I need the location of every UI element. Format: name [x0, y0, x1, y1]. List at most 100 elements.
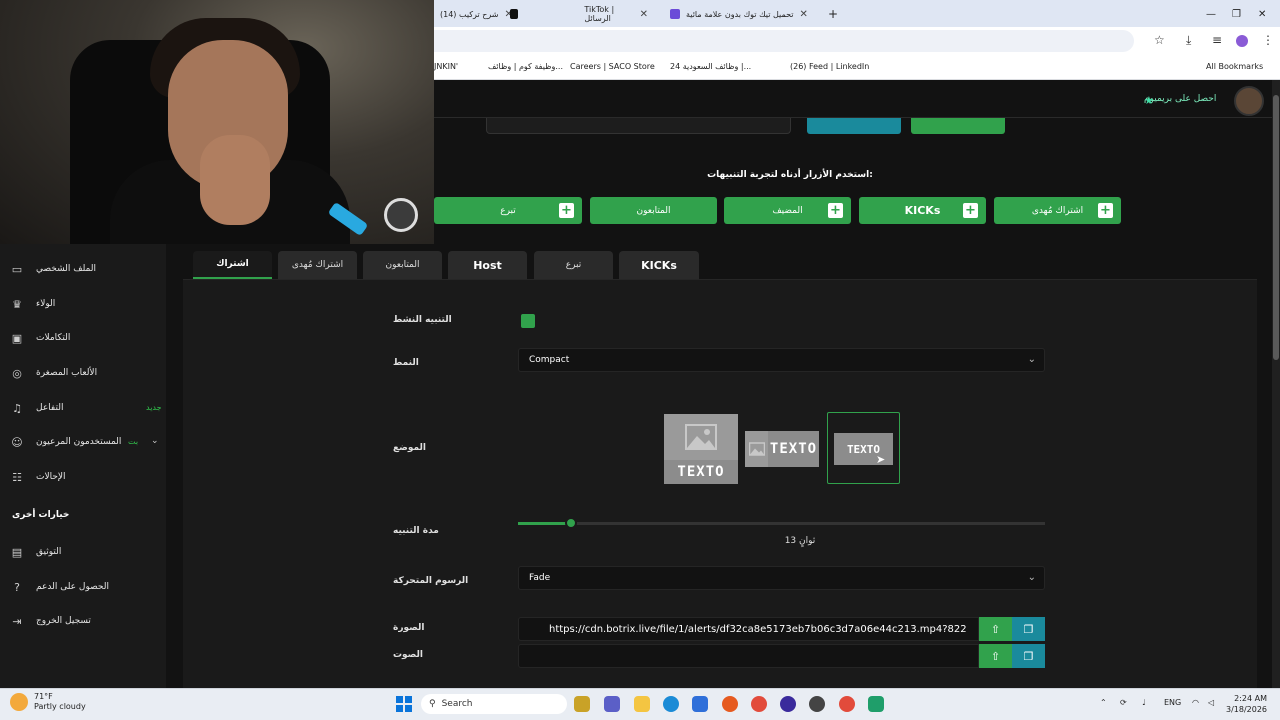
duration-slider[interactable] — [518, 517, 1045, 529]
maximize-icon[interactable]: ❐ — [1226, 4, 1247, 24]
language-indicator[interactable]: ENG — [1164, 698, 1181, 707]
gallery-image-button[interactable]: ❐ — [1012, 617, 1045, 641]
test-donation-button[interactable]: تبرع + — [434, 197, 582, 224]
network-icon[interactable]: ⟳ — [1120, 698, 1127, 707]
upload-sound-button[interactable]: ⇧ — [979, 644, 1012, 668]
premium-cta[interactable]: احصل على بريميوم — [1144, 94, 1216, 104]
sidebar-item-label: التوثيق — [36, 547, 62, 557]
sound-label: الصوت — [393, 650, 424, 660]
music-note-icon: ♫ — [12, 401, 22, 415]
id-card-icon: ▭ — [11, 262, 23, 276]
tab-label: المتابعون — [385, 260, 420, 270]
search-label: Search — [441, 699, 473, 709]
ghost-button[interactable] — [911, 118, 1005, 134]
tab-host[interactable]: Host — [448, 251, 527, 279]
tab-gifted-sub[interactable]: اشتراك مُهدى — [278, 251, 357, 279]
bookmark-folder[interactable]: All Bookmarks — [1206, 62, 1263, 71]
gallery-icon: ❐ — [1023, 649, 1034, 663]
slider-handle[interactable] — [564, 517, 577, 529]
ghost-button[interactable] — [807, 118, 901, 134]
bookmark-item[interactable]: Careers | SACO Store — [570, 62, 655, 71]
app-icon[interactable] — [809, 696, 825, 712]
animation-select[interactable]: Fade ⌄ — [518, 566, 1045, 590]
sidebar-item-integrations[interactable]: ▣ التكاملات — [10, 326, 160, 350]
sidebar-item-label: التفاعل — [36, 403, 64, 413]
tab-donation[interactable]: تبرع — [534, 251, 613, 279]
gamepad-icon: ◎ — [12, 366, 22, 380]
chrome-active-icon[interactable] — [839, 696, 855, 712]
volume-icon[interactable]: ◁ — [1208, 698, 1214, 707]
position-option-side-image[interactable]: TEXTO — [745, 431, 819, 467]
media-icon[interactable]: ≡ — [1212, 33, 1222, 47]
tab-label: تحميل تيك توك بدون علامة مائية — [686, 9, 794, 19]
chrome-icon[interactable] — [751, 696, 767, 712]
download-icon[interactable]: ⤓ — [1186, 33, 1191, 48]
browser-tab-active[interactable]: تحميل تيك توك بدون علامة مائية ✕ — [664, 4, 834, 24]
tab-label: (14) شرح تركيب — [440, 9, 499, 19]
close-icon[interactable]: ✕ — [799, 9, 807, 20]
close-window-icon[interactable]: ✕ — [1252, 4, 1272, 24]
system-clock[interactable]: 2:24 AM 3/18/2026 — [1226, 693, 1267, 715]
image-url-input[interactable]: https://cdn.botrix.live/file/1/alerts/df… — [518, 617, 979, 641]
taskbar-search[interactable]: ⚲ Search — [421, 694, 567, 714]
tab-label: TikTok | الرسائل — [584, 5, 615, 23]
new-tab-button[interactable]: + — [822, 4, 844, 24]
sidebar-item-support[interactable]: ? الحصول على الدعم — [10, 575, 160, 599]
test-host-button[interactable]: المضيف + — [724, 197, 851, 224]
minimize-icon[interactable]: — — [1200, 4, 1222, 24]
mic-icon[interactable]: ♩ — [1142, 698, 1146, 707]
avatar[interactable] — [1234, 86, 1264, 116]
firefox-icon[interactable] — [722, 696, 738, 712]
tab-subscription[interactable]: اشتراك — [193, 251, 272, 279]
app-icon[interactable] — [868, 696, 884, 712]
position-option-top-image[interactable]: TEXTO — [664, 414, 738, 484]
bookmark-item[interactable]: وظيفة كوم | وظائف... — [488, 62, 563, 71]
sidebar-item-profile[interactable]: ▭ الملف الشخصي — [10, 257, 160, 281]
sound-url-input[interactable] — [518, 644, 979, 668]
button-label: KICKs — [904, 204, 941, 217]
test-followers-button[interactable]: المتابعون — [590, 197, 717, 224]
menu-icon[interactable]: ⋮ — [1262, 33, 1274, 47]
obs-icon[interactable] — [780, 696, 796, 712]
weather-widget[interactable]: 71°F Partly cloudy — [10, 692, 86, 712]
bookmark-item[interactable]: (26) Feed | LinkedIn — [790, 62, 869, 71]
edge-icon[interactable] — [663, 696, 679, 712]
texto-sample: TEXTO — [664, 460, 738, 484]
tray-chevron-icon[interactable]: ⌃ — [1100, 698, 1107, 707]
test-gifted-sub-button[interactable]: اشتراك مُهدى + — [994, 197, 1121, 224]
plus-icon: + — [1098, 203, 1113, 218]
file-explorer-icon[interactable] — [634, 696, 650, 712]
store-icon[interactable] — [692, 696, 708, 712]
copilot-icon[interactable] — [574, 696, 590, 712]
position-option-overlay-selected[interactable]: TEXTO ➤ — [827, 412, 900, 484]
profile-icon[interactable] — [1236, 35, 1248, 47]
style-select[interactable]: Compact ⌄ — [518, 348, 1045, 372]
sidebar-item-logout[interactable]: ⇥ تسجيل الخروج — [10, 609, 160, 633]
bookmark-item[interactable]: وظائف السعودية 24 |... — [670, 62, 751, 71]
tab-kicks[interactable]: KICKs — [619, 251, 699, 279]
wifi-icon[interactable]: ◠ — [1192, 698, 1199, 707]
upload-image-button[interactable]: ⇧ — [979, 617, 1012, 641]
bookmark-item[interactable]: JNKIN' — [434, 62, 458, 71]
sidebar-item-loyalty[interactable]: ♛ الولاء — [10, 292, 160, 316]
scrollbar-thumb[interactable] — [1273, 95, 1279, 360]
tab-label: اشتراك مُهدى — [291, 260, 344, 270]
star-icon[interactable]: ☆ — [1154, 33, 1165, 47]
teams-icon[interactable] — [604, 696, 620, 712]
windows-start-icon[interactable] — [396, 696, 412, 712]
enabled-checkbox[interactable] — [521, 314, 535, 328]
address-bar[interactable] — [434, 30, 1134, 52]
upload-icon: ⇧ — [990, 649, 1001, 663]
sidebar-item-minigames[interactable]: ◎ الألعاب المصغرة — [10, 361, 160, 385]
gallery-sound-button[interactable]: ❐ — [1012, 644, 1045, 668]
tab-label: KICKs — [641, 258, 677, 272]
sidebar-item-docs[interactable]: ▤ التوثيق — [10, 540, 160, 564]
sidebar-item-interaction[interactable]: ♫ التفاعل — [10, 396, 160, 420]
test-kicks-button[interactable]: KICKs + — [859, 197, 986, 224]
clock-time: 2:24 AM — [1234, 694, 1268, 703]
sidebar-item-referrals[interactable]: ☷ الإحالات — [10, 465, 160, 489]
chevron-down-icon[interactable]: ⌄ — [151, 436, 159, 446]
close-icon[interactable]: ✕ — [640, 9, 648, 20]
tab-followers[interactable]: المتابعون — [363, 251, 442, 279]
browser-tab[interactable]: TikTok | الرسائل ✕ — [504, 4, 654, 24]
